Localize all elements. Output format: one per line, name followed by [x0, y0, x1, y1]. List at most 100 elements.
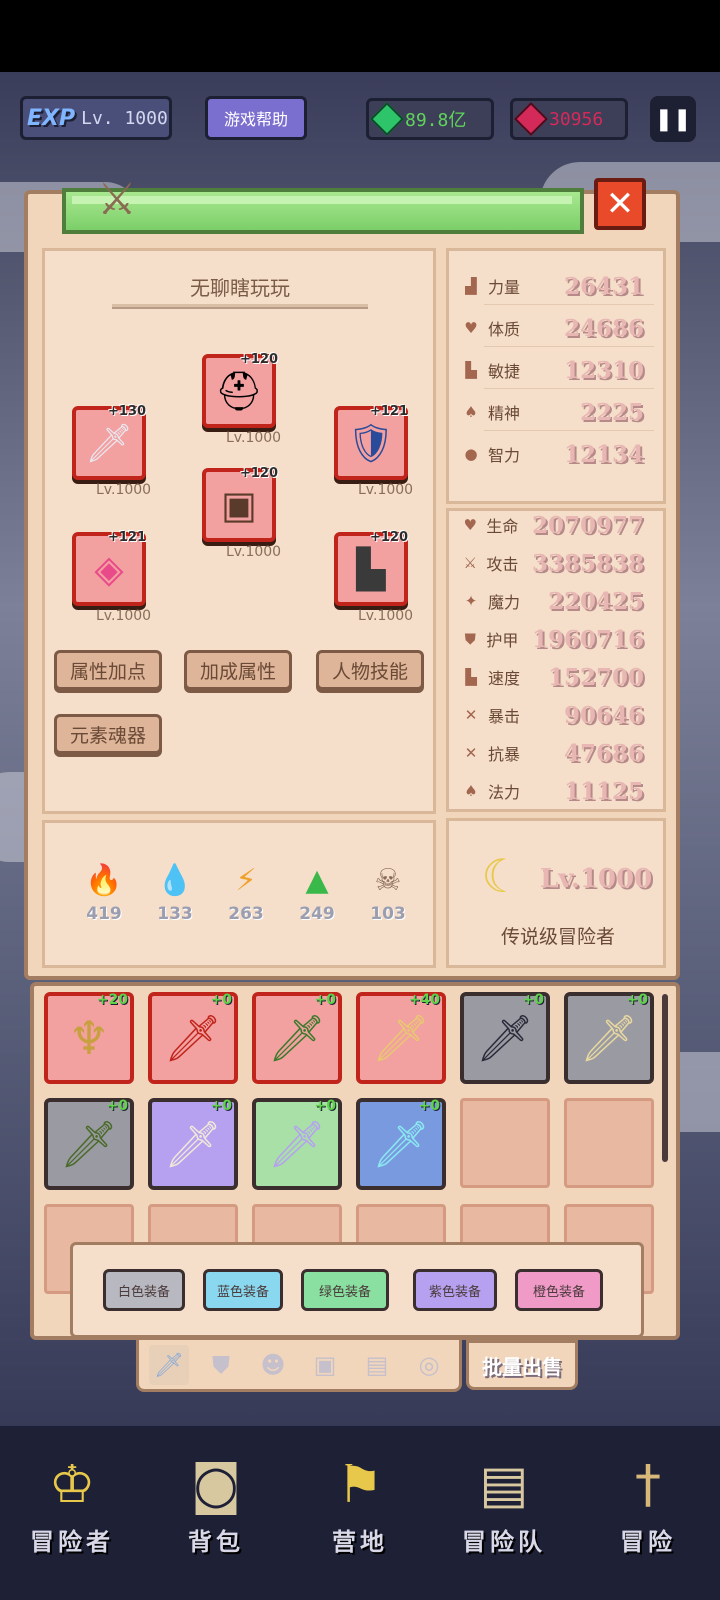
- orange-equipment-filter[interactable]: 橙色装备: [515, 1269, 603, 1311]
- equip-level: Lv.1000: [226, 544, 282, 560]
- element-value: 419: [86, 904, 122, 924]
- attribute-points-button[interactable]: 属性加点: [54, 650, 162, 690]
- equip-slot-necklace[interactable]: ◈ +121 Lv.1000: [72, 530, 151, 624]
- nav-team[interactable]: ▤ 冒险队: [444, 1448, 564, 1600]
- nav-label: 背包: [188, 1528, 244, 1556]
- nav-camp[interactable]: ⚑ 营地: [300, 1448, 420, 1600]
- empty-slot[interactable]: [564, 1098, 654, 1188]
- leaf-icon: ▲: [305, 862, 329, 898]
- inventory-scrollbar[interactable]: [662, 994, 668, 1162]
- armor-icon[interactable]: ▣: [305, 1345, 345, 1385]
- gold-sword-icon: 🗡: [579, 1010, 639, 1065]
- element-earth: ▲ 249: [289, 856, 345, 925]
- green-blade-icon: 🗡: [59, 1116, 119, 1171]
- equip-slot-weapon[interactable]: 🗡 +130 Lv.1000: [72, 404, 151, 498]
- dark-dagger-icon: 🗡: [475, 1010, 535, 1065]
- element-soul-button[interactable]: 元素魂器: [54, 714, 162, 754]
- nav-adventurer[interactable]: ♔ 冒险者: [12, 1448, 132, 1600]
- ring-icon[interactable]: ◎: [409, 1345, 449, 1385]
- book-icon: ▤: [479, 1455, 529, 1515]
- equip-level: Lv.1000: [358, 608, 414, 624]
- stat-row: ▟ 力量 26431: [462, 268, 662, 304]
- inventory-item[interactable]: 🗡 +0: [148, 992, 238, 1084]
- element-water: 💧 133: [147, 856, 203, 925]
- pause-icon: ❚❚: [654, 106, 692, 132]
- boot-icon: ▙: [465, 361, 477, 379]
- base-stats-list: ▟ 力量 26431 ♥ 体质 24686 ▙ 敏捷 12310 ♠ 精神 2225 ● 智力 12…: [462, 268, 662, 472]
- strength-icon: ▟: [465, 277, 477, 295]
- shield-icon[interactable]: ⛊: [201, 1345, 241, 1385]
- inventory-item[interactable]: 🗡 +0: [252, 1098, 342, 1190]
- game-help-button[interactable]: 游戏帮助: [205, 96, 307, 140]
- inventory-item[interactable]: 🗡 +0: [356, 1098, 446, 1190]
- rank-emblem-icon: ☾: [481, 849, 523, 903]
- nav-label: 营地: [332, 1528, 388, 1556]
- inventory-item[interactable]: ♆ +20: [44, 992, 134, 1084]
- lightning-icon: ⚡: [235, 862, 257, 898]
- inventory-item[interactable]: 🗡 +0: [564, 992, 654, 1084]
- element-value: 103: [370, 904, 406, 924]
- exp-level-badge: EXP Lv. 1000: [20, 96, 172, 140]
- inventory-item[interactable]: 🗡 +0: [148, 1098, 238, 1190]
- bonus-attributes-button[interactable]: 加成属性: [184, 650, 292, 690]
- element-fire: 🔥 419: [76, 856, 132, 925]
- equip-plus: +130: [108, 404, 147, 419]
- equip-slot-boots[interactable]: ▙ +120 Lv.1000: [334, 530, 413, 624]
- element-lightning: ⚡ 263: [218, 856, 274, 925]
- nav-label: 冒险: [620, 1528, 676, 1556]
- name-divider: [112, 304, 368, 309]
- crystal-sword-icon: 🗡: [267, 1116, 327, 1171]
- spirit-icon: ♠: [464, 403, 478, 421]
- close-button[interactable]: ✕: [594, 178, 646, 230]
- inventory-item[interactable]: 🗡 +0: [460, 992, 550, 1084]
- character-name: 无聊瞎玩玩: [190, 276, 290, 300]
- empty-slot[interactable]: [460, 1098, 550, 1188]
- sword-icon[interactable]: 🗡: [149, 1344, 189, 1385]
- blue-equipment-filter[interactable]: 蓝色装备: [203, 1269, 283, 1311]
- equip-slot-armor[interactable]: ▣ +120 Lv.1000: [202, 466, 281, 560]
- equip-level: Lv.1000: [358, 482, 414, 498]
- purple-equipment-filter[interactable]: 紫色装备: [413, 1269, 497, 1311]
- nav-adventure[interactable]: † 冒险: [588, 1448, 708, 1600]
- equip-slot-helmet[interactable]: ⛑ +120 Lv.1000: [202, 352, 281, 446]
- stat-row: ♠ 法力 11125: [462, 772, 662, 810]
- combat-stats-list: ♥ 生命 2070977 ⚔ 攻击 3385838 ✦ 魔力 220425 ⛊ 护甲 19607…: [462, 506, 662, 810]
- nav-label: 冒险队: [462, 1528, 546, 1556]
- inventory-item[interactable]: 🗡 +0: [252, 992, 342, 1084]
- stat-row: ♥ 体质 24686: [462, 310, 662, 346]
- ice-sword-icon: 🗡: [371, 1116, 431, 1171]
- stat-row: ♠ 精神 2225: [462, 394, 662, 430]
- equip-plus: +120: [370, 530, 409, 545]
- stat-row: ✕ 暴击 90646: [462, 696, 662, 734]
- white-equipment-filter[interactable]: 白色装备: [103, 1269, 185, 1311]
- heart-icon: ♥: [464, 319, 478, 337]
- equip-slot-shield[interactable]: 🛡 +121 Lv.1000: [334, 404, 413, 498]
- green-equipment-filter[interactable]: 绿色装备: [301, 1269, 389, 1311]
- dagger-icon: †: [635, 1455, 661, 1515]
- necklace-icon[interactable]: ▤: [357, 1345, 397, 1385]
- fire-icon: 🔥: [85, 862, 123, 898]
- anti-crit-icon: ✕: [464, 744, 478, 762]
- inventory-item[interactable]: 🗡 +0: [44, 1098, 134, 1190]
- bottom-navigation: ♔ 冒险者 ◙ 背包 ⚑ 营地 ▤ 冒险队 † 冒险: [0, 1426, 720, 1600]
- inventory-item[interactable]: 🗡 +40: [356, 992, 446, 1084]
- helmet-icon[interactable]: ☻: [253, 1345, 293, 1385]
- pause-button[interactable]: ❚❚: [650, 96, 696, 142]
- character-skills-button[interactable]: 人物技能: [316, 650, 424, 690]
- sword-icon: ⚔: [463, 554, 477, 572]
- wand-icon: ✦: [464, 592, 478, 610]
- greatsword-icon: 🗡: [163, 1010, 223, 1065]
- water-drop-icon: 💧: [156, 862, 194, 898]
- nav-backpack[interactable]: ◙ 背包: [156, 1448, 276, 1600]
- ruby-icon: [514, 102, 548, 136]
- equip-plus: +120: [240, 466, 279, 481]
- stat-row: ⛊ 护甲 1960716: [462, 620, 662, 658]
- crown-icon: ♔: [48, 1455, 96, 1515]
- shield-icon: ⛊: [464, 630, 476, 648]
- rank-title: 传说级冒险者: [500, 926, 615, 948]
- element-list: 🔥 419 💧 133 ⚡ 263 ▲ 249 ☠ 103: [76, 856, 416, 925]
- bulk-sell-button[interactable]: 批量出售: [466, 1340, 578, 1390]
- gem-amount: 89.8亿: [405, 110, 467, 131]
- element-value: 249: [299, 904, 335, 924]
- stat-row: ✦ 魔力 220425: [462, 582, 662, 620]
